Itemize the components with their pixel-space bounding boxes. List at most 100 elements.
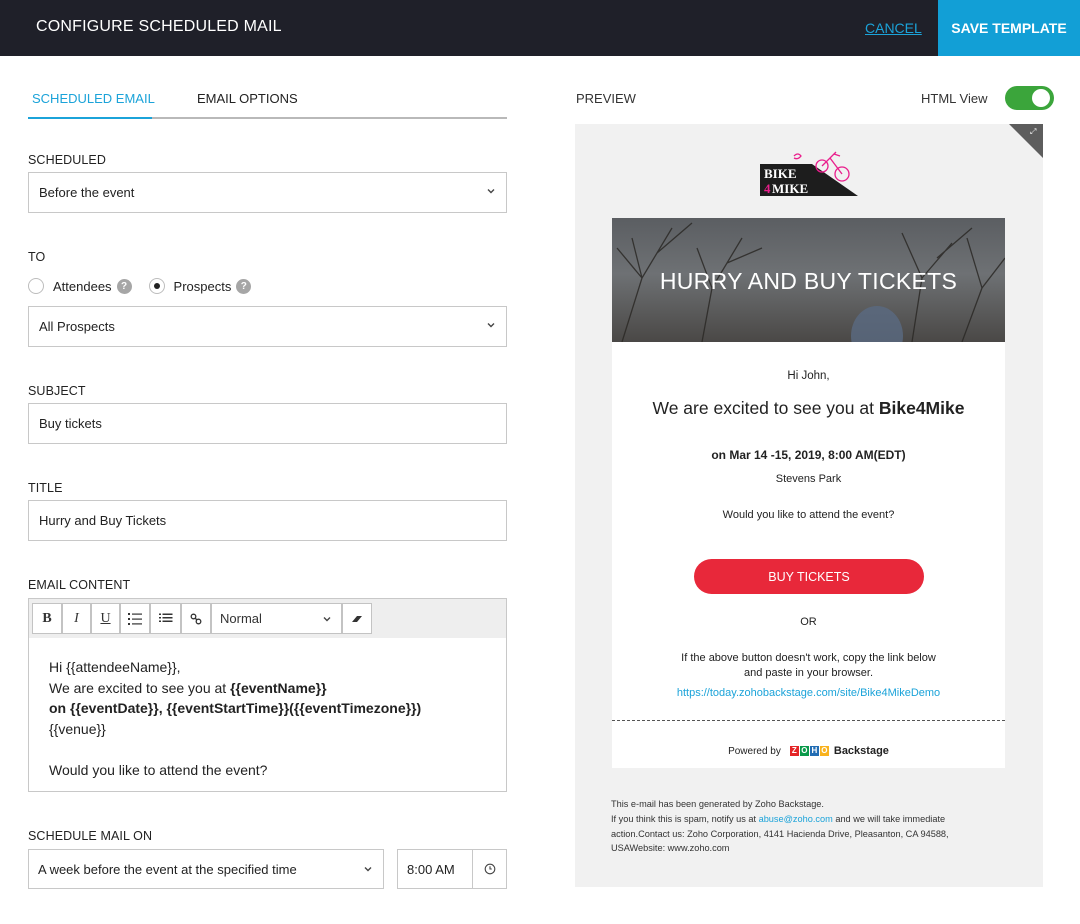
backstage-wordmark: Backstage xyxy=(833,745,889,757)
html-view-label: HTML View xyxy=(921,91,988,106)
clock-icon xyxy=(484,863,496,875)
link-button[interactable] xyxy=(181,603,211,634)
headline: We are excited to see you at Bike4Mike xyxy=(612,398,1005,419)
cancel-button[interactable]: CANCEL xyxy=(865,20,922,36)
format-select[interactable]: Normal xyxy=(211,603,342,634)
footer-line: If you think this is spam, notify us at … xyxy=(611,812,1011,827)
fallback-instructions: If the above button doesn't work, copy t… xyxy=(612,651,1005,681)
bullet-list-icon xyxy=(158,613,172,622)
prospects-radio-label[interactable]: Prospects xyxy=(174,279,232,294)
zoho-letter: H xyxy=(809,746,819,756)
eraser-icon xyxy=(352,615,362,622)
clock-button[interactable] xyxy=(473,863,506,875)
editor-text: We are excited to see you at xyxy=(49,679,231,696)
zoho-logo: Z O H O xyxy=(789,746,830,756)
event-site-link[interactable]: https://today.zohobackstage.com/site/Bik… xyxy=(612,687,1005,699)
subject-label: SUBJECT xyxy=(28,384,86,398)
bold-button[interactable]: B xyxy=(32,603,62,634)
underline-button[interactable]: U xyxy=(91,603,120,634)
logo-line2: MIKE xyxy=(772,181,808,196)
ordered-list-button[interactable] xyxy=(120,603,150,634)
chevron-down-icon xyxy=(364,867,372,872)
zoho-letter: O xyxy=(819,746,829,756)
save-template-button[interactable]: SAVE TEMPLATE xyxy=(938,0,1080,56)
rich-text-editor: B I U Normal Hi {{attendeeName}}, We are… xyxy=(28,598,507,792)
clear-format-button[interactable] xyxy=(342,603,372,634)
chevron-down-icon xyxy=(487,189,495,194)
dashed-divider xyxy=(612,720,1005,721)
expand-icon: ⤢ xyxy=(1030,127,1037,136)
editor-content[interactable]: Hi {{attendeeName}}, We are excited to s… xyxy=(49,657,421,780)
active-tab-indicator xyxy=(28,117,152,119)
zoho-letter: Z xyxy=(789,746,799,756)
bullet-list-button[interactable] xyxy=(150,603,181,634)
ordered-list-icon xyxy=(128,612,142,625)
event-date: on Mar 14 -15, 2019, 8:00 AM(EDT) xyxy=(711,448,906,462)
powered-by: Powered by Z O H O Backstage xyxy=(612,745,1005,757)
prospects-radio[interactable] xyxy=(148,278,165,294)
buy-tickets-button[interactable]: BUY TICKETS xyxy=(694,559,924,594)
editor-line: Would you like to attend the event? xyxy=(49,761,268,778)
footer-text: and we will take immediate xyxy=(832,813,946,824)
schedule-mail-select[interactable]: A week before the event at the specified… xyxy=(28,849,384,889)
attend-question: Would you like to attend the event? xyxy=(722,509,895,521)
bike4mike-logo: BIKE 4 MIKE xyxy=(760,151,858,196)
title-label: TITLE xyxy=(28,481,63,495)
schedule-mail-on-label: SCHEDULE MAIL ON xyxy=(28,829,153,843)
zoho-letter: O xyxy=(799,746,809,756)
event-name: Bike4Mike xyxy=(878,398,965,418)
footer-line: This e-mail has been generated by Zoho B… xyxy=(611,799,824,809)
tab-bar: SCHEDULED EMAIL EMAIL OPTIONS xyxy=(28,78,507,119)
question-mark-icon[interactable]: ? xyxy=(116,278,132,294)
audience-select[interactable]: All Prospects xyxy=(28,306,507,347)
italic-button[interactable]: I xyxy=(62,603,91,634)
tab-scheduled-email[interactable]: SCHEDULED EMAIL xyxy=(32,91,155,106)
scheduled-select[interactable]: Before the event xyxy=(28,172,507,213)
email-footer: This e-mail has been generated by Zoho B… xyxy=(611,797,1011,856)
logo-line1: BIKE xyxy=(764,166,797,181)
chevron-down-icon xyxy=(323,617,331,622)
email-content-label: EMAIL CONTENT xyxy=(28,578,131,592)
headline-text: We are excited to see you at xyxy=(652,398,879,418)
logo-number: 4 xyxy=(764,181,771,196)
hero-banner: HURRY AND BUY TICKETS xyxy=(612,218,1005,342)
title-value: Hurry and Buy Tickets xyxy=(39,513,167,528)
editor-line: {{venue}} xyxy=(49,720,106,737)
subject-value: Buy tickets xyxy=(39,416,102,431)
email-card: HURRY AND BUY TICKETS Hi John, We are ex… xyxy=(612,218,1005,768)
title-input[interactable]: Hurry and Buy Tickets xyxy=(28,500,507,541)
page-title: CONFIGURE SCHEDULED MAIL xyxy=(36,18,282,35)
schedule-mail-value: A week before the event at the specified… xyxy=(38,861,297,877)
editor-line: We are excited to see you at {{eventName… xyxy=(49,678,421,699)
event-date-token: on {{eventDate}}, {{eventStartTime}}({{e… xyxy=(49,700,422,716)
abuse-email-link[interactable]: abuse@zoho.com xyxy=(759,814,833,824)
tab-email-options[interactable]: EMAIL OPTIONS xyxy=(197,91,298,106)
chevron-down-icon xyxy=(487,323,495,328)
preview-label: PREVIEW xyxy=(576,91,636,106)
scheduled-value: Before the event xyxy=(39,185,135,200)
recipient-radio-group: Attendees ? Prospects ? xyxy=(28,276,252,296)
audience-value: All Prospects xyxy=(39,319,115,334)
time-picker[interactable]: 8:00 AM xyxy=(397,849,507,889)
hero-title: HURRY AND BUY TICKETS xyxy=(659,268,958,294)
question-mark-icon[interactable]: ? xyxy=(236,278,252,294)
footer-line: action.Contact us: Zoho Corporation, 414… xyxy=(611,828,949,839)
fallback-line: If the above button doesn't work, copy t… xyxy=(681,652,936,664)
attendees-radio[interactable] xyxy=(28,278,44,294)
event-venue: Stevens Park xyxy=(775,473,842,485)
or-separator: OR xyxy=(800,616,817,628)
scheduled-label: SCHEDULED xyxy=(28,153,106,167)
subject-input[interactable]: Buy tickets xyxy=(28,403,507,444)
editor-line: on {{eventDate}}, {{eventStartTime}}({{e… xyxy=(49,698,421,719)
fallback-line: and paste in your browser. xyxy=(743,667,874,679)
html-view-toggle[interactable] xyxy=(1005,86,1054,110)
link-icon xyxy=(190,613,202,624)
email-preview: ⤢ BIKE 4 MIKE HURRY AND BUY TICKETS Hi J… xyxy=(575,124,1043,887)
footer-line: USAWebsite: www.zoho.com xyxy=(611,843,730,854)
time-value[interactable]: 8:00 AM xyxy=(398,850,474,888)
editor-toolbar: B I U Normal xyxy=(29,599,506,638)
to-label: TO xyxy=(28,250,46,264)
event-name-token: {{eventName}} xyxy=(230,679,327,696)
footer-text: If you think this is spam, notify us at xyxy=(611,813,759,824)
attendees-radio-label[interactable]: Attendees xyxy=(53,279,112,294)
